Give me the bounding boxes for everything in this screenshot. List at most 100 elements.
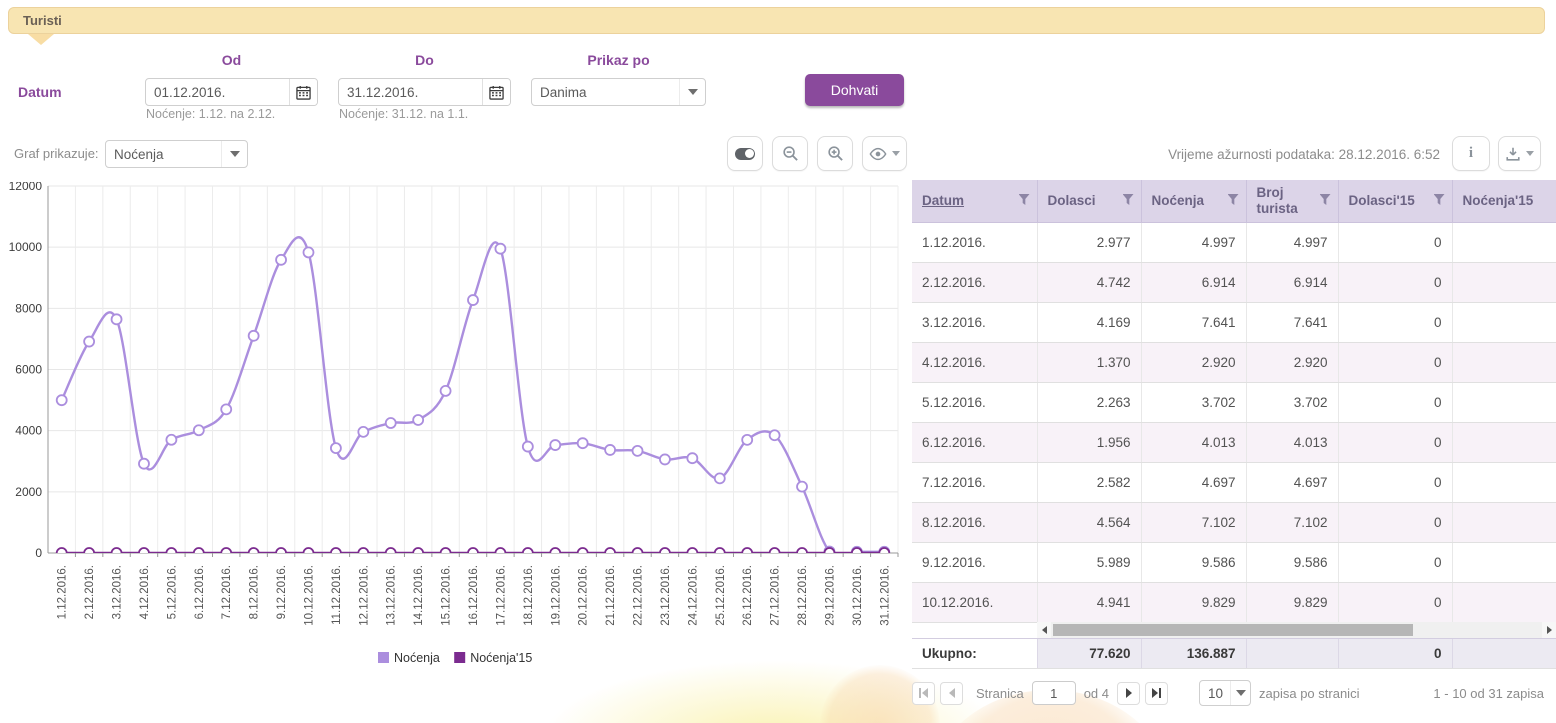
svg-text:26.12.2016.: 26.12.2016. (742, 565, 754, 626)
series-Noćenja'15 (57, 548, 890, 558)
table-cell (1452, 422, 1556, 462)
column-header-datum[interactable]: Datum (912, 180, 1037, 222)
table-cell (1452, 462, 1556, 502)
svg-text:10000: 10000 (9, 240, 43, 254)
column-header-no-enja[interactable]: Noćenja (1141, 180, 1246, 222)
prev-page-button[interactable] (940, 682, 963, 705)
data-point-marker (441, 386, 451, 396)
date-from-hint: Noćenje: 1.12. na 2.12. (146, 107, 275, 121)
data-point-marker (495, 244, 505, 254)
page-title-bar[interactable]: Turisti (8, 7, 1545, 34)
scroll-right-button[interactable] (1542, 622, 1556, 638)
table-cell: 2.920 (1141, 342, 1246, 382)
dropdown-arrow-button[interactable] (221, 141, 247, 167)
table-cell: 0 (1338, 262, 1452, 302)
svg-text:11.12.2016.: 11.12.2016. (331, 565, 343, 625)
svg-text:18.12.2016.: 18.12.2016. (523, 565, 535, 626)
page-of-text: od 4 (1084, 686, 1109, 701)
page-size-select[interactable]: 10 (1199, 680, 1251, 706)
page-number-input[interactable] (1032, 681, 1076, 705)
export-button[interactable] (1498, 136, 1541, 171)
filter-icon[interactable] (1019, 194, 1030, 205)
data-point-marker (249, 331, 259, 341)
svg-text:25.12.2016.: 25.12.2016. (715, 565, 727, 626)
table-header-row: DatumDolasciNoćenjaBroj turistaDolasci'1… (912, 180, 1556, 222)
table-cell: 1.956 (1037, 422, 1141, 462)
table-cell: 4.697 (1141, 462, 1246, 502)
data-point-marker (112, 314, 122, 324)
column-header-broj-turista[interactable]: Broj turista (1246, 180, 1338, 222)
date-to-input[interactable] (339, 79, 482, 105)
filter-icon[interactable] (1320, 194, 1331, 205)
svg-text:31.12.2016.: 31.12.2016. (879, 565, 891, 626)
data-point-marker (468, 295, 478, 305)
table-cell: 2.977 (1037, 222, 1141, 262)
svg-text:19.12.2016.: 19.12.2016. (550, 565, 562, 626)
scroll-left-button[interactable] (1037, 622, 1051, 638)
next-page-button[interactable] (1117, 682, 1140, 705)
fetch-button[interactable]: Dohvati (805, 74, 904, 106)
svg-text:12000: 12000 (9, 182, 43, 193)
column-header-dolasci[interactable]: Dolasci (1037, 180, 1141, 222)
column-header-dolasci-15[interactable]: Dolasci'15 (1338, 180, 1452, 222)
dropdown-arrow-button[interactable] (679, 79, 705, 105)
chevron-down-icon (688, 89, 698, 95)
horizontal-scrollbar[interactable] (1037, 622, 1556, 638)
title-pointer-arrow (28, 34, 54, 45)
chart-canvas[interactable]: 0200040006000800010000120001.12.2016.2.1… (0, 182, 908, 682)
table-cell: 2.920 (1246, 342, 1338, 382)
filter-icon[interactable] (1228, 194, 1239, 205)
table-cell (1452, 542, 1556, 582)
visibility-menu-button[interactable] (862, 136, 907, 171)
table-row: 5.12.2016.2.2633.7023.7020 (912, 382, 1556, 422)
info-button[interactable]: i (1452, 136, 1490, 171)
svg-text:29.12.2016.: 29.12.2016. (824, 565, 836, 626)
totals-nocenja: 136.887 (1141, 639, 1246, 669)
table-cell: 9.829 (1141, 582, 1246, 622)
data-point-marker (139, 548, 149, 558)
data-point-marker (413, 548, 423, 558)
date-from-input[interactable] (146, 79, 289, 105)
dropdown-arrow-button[interactable] (1230, 681, 1250, 705)
totals-nocenja15 (1452, 639, 1556, 669)
data-point-marker (797, 482, 807, 492)
data-point-marker (166, 435, 176, 445)
toggle-series-button[interactable] (727, 136, 763, 171)
data-point-marker (249, 548, 259, 558)
last-page-button[interactable] (1145, 682, 1168, 705)
prikaz-po-select[interactable]: Danima (531, 78, 706, 106)
data-table: DatumDolasciNoćenjaBroj turistaDolasci'1… (912, 180, 1556, 623)
scrollbar-thumb[interactable] (1053, 624, 1413, 636)
chevron-down-icon (1526, 151, 1534, 156)
chart-toolbar (727, 136, 907, 171)
svg-text:5.12.2016.: 5.12.2016. (166, 565, 178, 619)
calendar-button[interactable] (482, 79, 510, 105)
table-cell: 0 (1338, 462, 1452, 502)
zoom-out-button[interactable] (772, 136, 808, 171)
table-cell (1452, 302, 1556, 342)
data-point-marker (824, 548, 834, 558)
data-point-marker (495, 548, 505, 558)
filter-icon[interactable] (1123, 194, 1134, 205)
filter-icon[interactable] (1434, 194, 1445, 205)
page-size-value: 10 (1200, 686, 1230, 701)
table-cell: 9.586 (1246, 542, 1338, 582)
calendar-button[interactable] (289, 79, 317, 105)
svg-text:28.12.2016.: 28.12.2016. (797, 565, 809, 626)
column-header-no-enja-15[interactable]: Noćenja'15 (1452, 180, 1556, 222)
graf-prikazuje-select[interactable]: Noćenja (105, 140, 248, 168)
prev-page-icon (949, 688, 955, 698)
app-root: Turisti Od Do Prikaz po Datum (0, 0, 1556, 723)
table-row: 8.12.2016.4.5647.1027.1020 (912, 502, 1556, 542)
zoom-in-button[interactable] (817, 136, 853, 171)
table-cell: 7.12.2016. (912, 462, 1037, 502)
scrollbar-track[interactable] (1051, 622, 1542, 638)
svg-text:2000: 2000 (15, 485, 42, 499)
table-cell: 4.997 (1141, 222, 1246, 262)
table-cell: 7.641 (1246, 302, 1338, 342)
data-point-marker (84, 548, 94, 558)
last-page-icon (1152, 688, 1158, 698)
arrow-right-icon (1547, 626, 1552, 634)
table-cell: 5.12.2016. (912, 382, 1037, 422)
first-page-button[interactable] (912, 682, 935, 705)
